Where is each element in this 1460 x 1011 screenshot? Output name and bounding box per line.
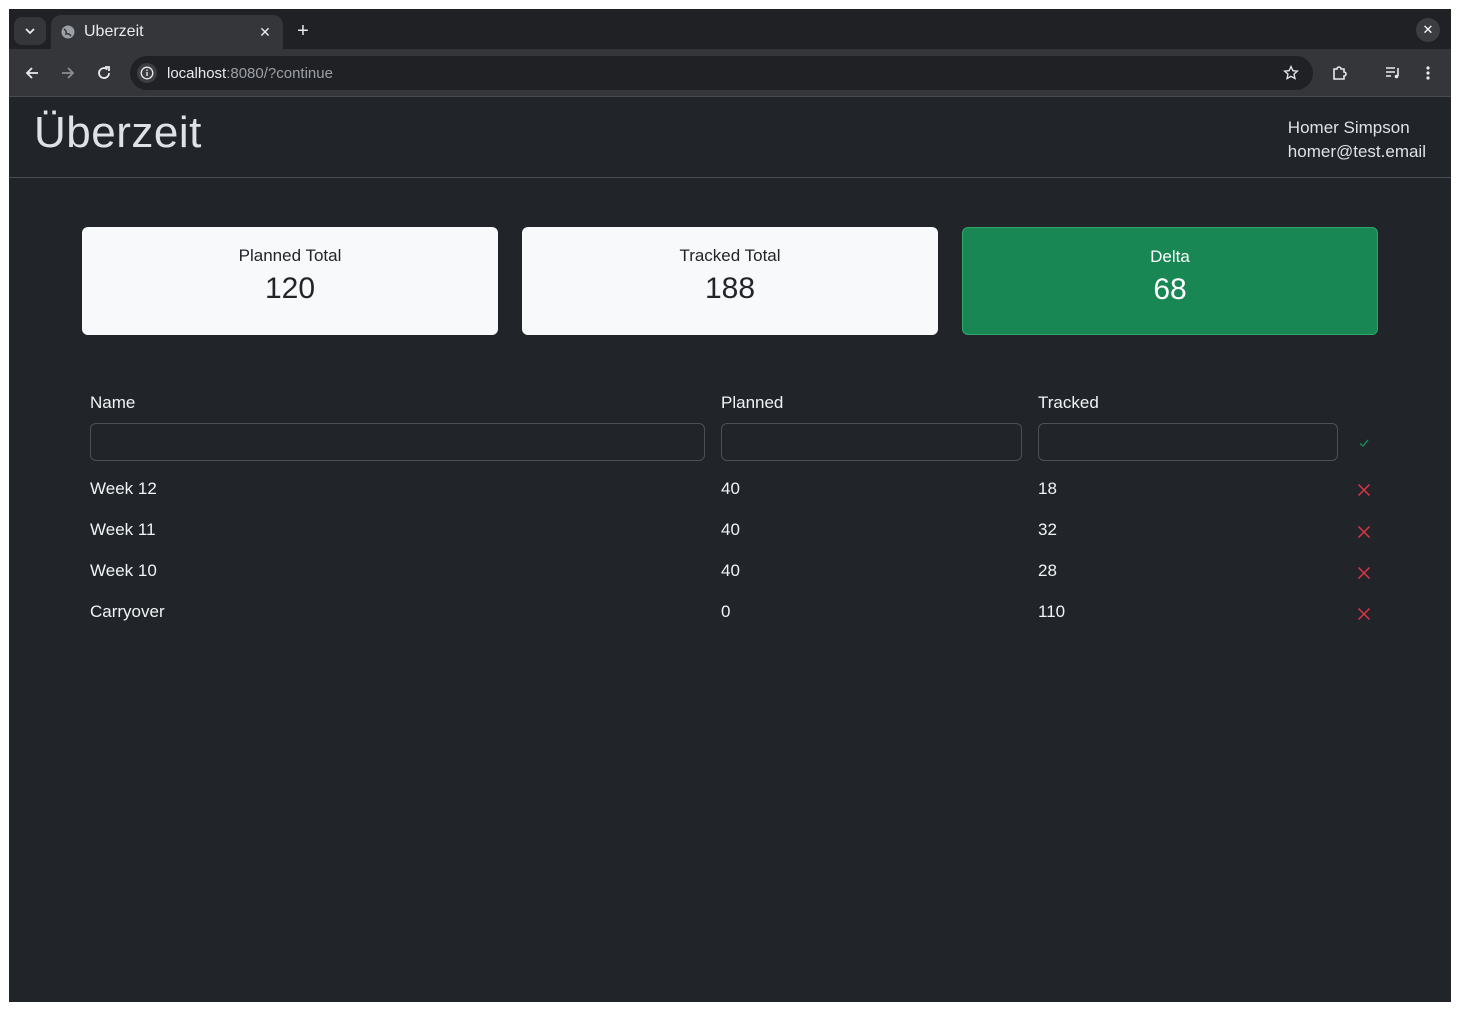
check-icon xyxy=(1359,439,1369,447)
name-input[interactable] xyxy=(90,423,705,461)
chevron-down-icon xyxy=(25,28,35,35)
star-icon[interactable] xyxy=(1279,61,1303,85)
user-email: homer@test.email xyxy=(1287,142,1426,161)
planned-total-card: Planned Total 120 xyxy=(82,227,498,335)
planned-total-value: 120 xyxy=(264,272,316,305)
tab-strip: Uberzeit ✕ + ✕ xyxy=(9,9,1451,49)
planned-total-label: Planned Total xyxy=(238,246,342,265)
arrow-right-icon xyxy=(62,67,75,79)
row-tracked: 110 xyxy=(1038,602,1066,621)
globe-icon xyxy=(60,24,76,40)
delete-row-button[interactable] xyxy=(1352,561,1376,585)
delta-value: 68 xyxy=(1153,273,1187,306)
url-path: :8080/?continue xyxy=(226,64,333,82)
new-tab-icon[interactable]: + xyxy=(291,19,315,43)
kebab-menu-icon xyxy=(1426,66,1430,80)
row-tracked: 28 xyxy=(1038,561,1057,580)
row-name: Week 11 xyxy=(90,520,156,539)
x-icon xyxy=(1357,607,1371,621)
column-header-planned: Planned xyxy=(721,393,784,412)
row-name: Week 10 xyxy=(90,561,157,580)
media-button[interactable] xyxy=(1381,61,1405,85)
row-planned: 0 xyxy=(721,602,731,621)
extensions-button[interactable] xyxy=(1328,61,1352,85)
delete-row-button[interactable] xyxy=(1352,520,1376,544)
app-brand[interactable]: Überzeit xyxy=(34,108,202,158)
add-entry-button[interactable] xyxy=(1352,431,1376,455)
row-planned: 40 xyxy=(721,520,740,539)
tab-search-button[interactable] xyxy=(14,17,46,45)
delta-label: Delta xyxy=(1150,247,1190,266)
row-tracked: 32 xyxy=(1038,520,1057,539)
tracked-input[interactable] xyxy=(1038,423,1338,461)
row-planned: 40 xyxy=(721,561,740,580)
tab-uberzeit[interactable]: Uberzeit ✕ xyxy=(51,15,283,49)
x-icon xyxy=(1357,483,1371,497)
tracked-total-value: 188 xyxy=(704,272,756,305)
media-queue-icon xyxy=(1386,67,1399,79)
url-host: localhost xyxy=(167,64,227,82)
reload-button[interactable] xyxy=(92,61,116,85)
user-info: Homer Simpson homer@test.email xyxy=(1288,116,1426,164)
delete-row-button[interactable] xyxy=(1352,478,1376,502)
delete-row-button[interactable] xyxy=(1352,602,1376,626)
reload-icon xyxy=(98,66,110,79)
tracked-total-label: Tracked Total xyxy=(679,246,781,265)
app-header: Überzeit Homer Simpson homer@test.email xyxy=(9,98,1451,178)
address-bar[interactable]: localhost:8080/?continue xyxy=(130,56,1313,90)
browser-toolbar: localhost:8080/?continue xyxy=(9,49,1451,97)
info-icon[interactable] xyxy=(137,63,157,83)
back-button[interactable] xyxy=(20,61,44,85)
row-name: Carryover xyxy=(90,602,165,621)
url-text: localhost:8080/?continue xyxy=(167,65,1279,82)
row-name: Week 12 xyxy=(90,479,157,498)
tab-close-icon[interactable]: ✕ xyxy=(255,22,275,42)
column-header-tracked: Tracked xyxy=(1038,393,1099,412)
x-icon xyxy=(1357,525,1371,539)
planned-input[interactable] xyxy=(721,423,1022,461)
row-tracked: 18 xyxy=(1038,479,1057,498)
column-header-name: Name xyxy=(90,393,136,412)
tracked-total-card: Tracked Total 188 xyxy=(522,227,938,335)
browser-window: Uberzeit ✕ + ✕ localhost:8080/?continue xyxy=(9,9,1451,1002)
window-close-icon[interactable]: ✕ xyxy=(1416,18,1440,42)
tab-title: Uberzeit xyxy=(84,23,144,40)
arrow-left-icon xyxy=(25,67,38,79)
row-planned: 40 xyxy=(721,479,740,498)
forward-button[interactable] xyxy=(56,61,80,85)
user-name: Homer Simpson xyxy=(1287,118,1410,137)
x-icon xyxy=(1357,566,1371,580)
menu-button[interactable] xyxy=(1416,61,1440,85)
delta-card: Delta 68 xyxy=(962,227,1378,335)
puzzle-icon xyxy=(1333,66,1347,80)
